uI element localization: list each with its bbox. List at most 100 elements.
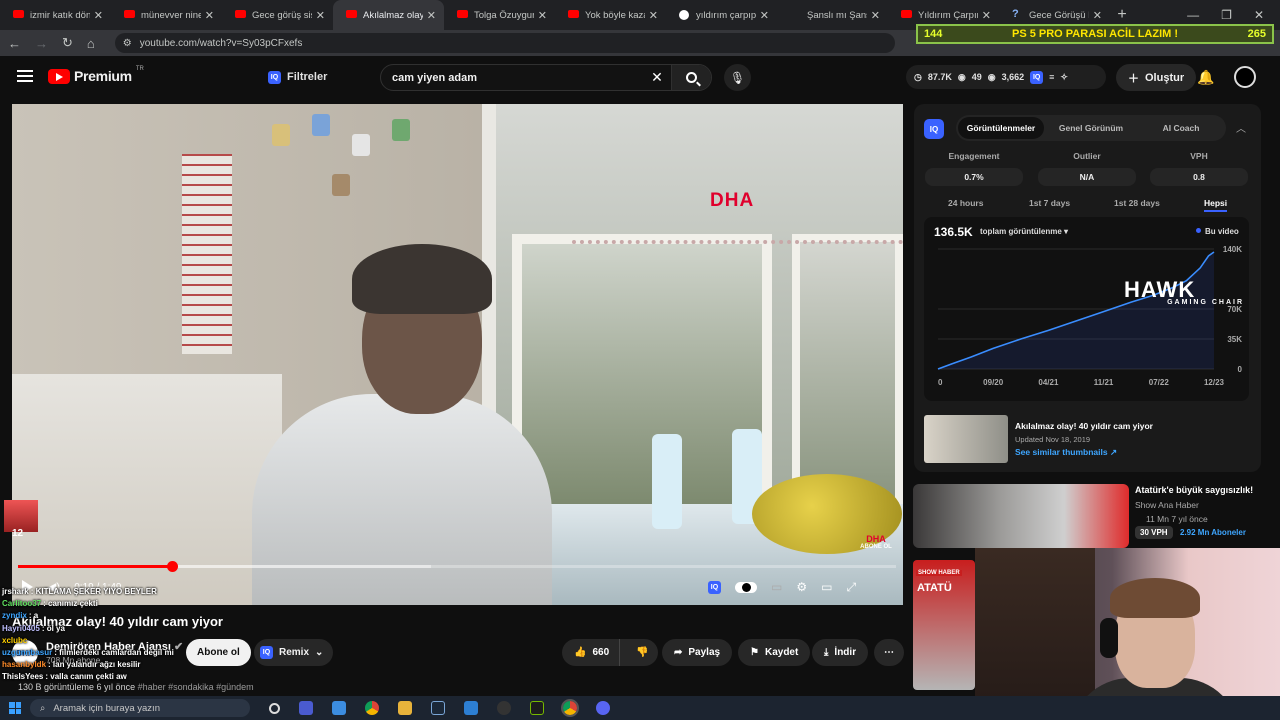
recommended-thumbnail-2[interactable]: ATATÜ SHOW HABER <box>913 560 975 690</box>
dha-subscribe-badge[interactable]: DHA ABONE OL <box>856 534 896 550</box>
list-icon[interactable]: ≡ <box>1049 72 1054 82</box>
range-tab[interactable]: Hepsi <box>1204 198 1228 212</box>
calendar-icon[interactable] <box>332 701 346 715</box>
url-field[interactable]: ⚙ youtube.com/watch?v=Sy03pCFxefs <box>114 33 895 53</box>
iq-icon[interactable]: IQ <box>708 580 721 594</box>
related-title: Akılalmaz olay! 40 yıldır cam yiyor <box>1015 421 1153 431</box>
file-explorer-icon[interactable] <box>398 701 412 715</box>
browser-tab[interactable]: izmir katık döner ✕ <box>0 0 111 30</box>
remix-button[interactable]: IQ Remix ⌄ <box>254 639 334 666</box>
app-root: izmir katık döner✕münevver nine -✕Gece g… <box>0 0 1280 720</box>
range-tab[interactable]: 1st 28 days <box>1114 198 1160 208</box>
chrome-active-icon[interactable] <box>561 699 579 717</box>
share-button[interactable]: ➦ Paylaş <box>662 639 733 666</box>
share-icon: ➦ <box>674 647 683 658</box>
views-metric-dropdown[interactable]: toplam görüntülenme ▾ <box>980 227 1068 236</box>
home-icon[interactable]: ⌂ <box>87 36 95 51</box>
chrome-icon[interactable] <box>365 701 379 715</box>
start-button[interactable] <box>0 702 30 714</box>
account-avatar[interactable] <box>1234 66 1256 88</box>
task-view-icon[interactable] <box>269 702 280 714</box>
close-tab-icon[interactable]: ✕ <box>871 9 880 22</box>
create-button[interactable]: ＋ Oluştur <box>1116 64 1197 91</box>
chat-username: uzgunnbasur <box>2 648 53 658</box>
close-tab-icon[interactable]: ✕ <box>94 9 103 22</box>
clear-search-icon[interactable]: ✕ <box>643 69 671 86</box>
search-button[interactable] <box>671 65 711 90</box>
site-info-icon[interactable]: ⚙ <box>123 38 132 49</box>
close-tab-icon[interactable]: ✕ <box>1093 9 1102 22</box>
recommended-channel[interactable]: Show Ana Haber <box>1135 500 1199 510</box>
autoplay-toggle[interactable] <box>735 581 757 593</box>
back-icon[interactable]: ← <box>8 36 21 51</box>
like-button[interactable]: 👍 660 <box>562 639 621 666</box>
close-window-icon[interactable]: ✕ <box>1254 8 1264 22</box>
dha-badge-sub: ABONE OL <box>860 544 892 550</box>
views-chart: 136.5K toplam görüntülenme ▾ Bu video 0 3… <box>924 217 1249 401</box>
video-player[interactable]: DHA DHA ABONE OL <box>12 104 903 605</box>
browser-tab[interactable]: Gece görüş sisten ✕ <box>222 0 333 30</box>
search-input[interactable]: cam yiyen adam <box>381 72 643 84</box>
reload-icon[interactable]: ↻ <box>62 35 73 51</box>
browser-tab[interactable]: Tolga Özuygur - Y ✕ <box>444 0 555 30</box>
forward-icon[interactable]: → <box>35 36 48 51</box>
new-tab-button[interactable]: + <box>1110 6 1134 24</box>
chat-message: zyndix: a <box>2 610 232 622</box>
close-tab-icon[interactable]: ✕ <box>649 9 658 22</box>
download-button[interactable]: ⤓ İndir <box>812 639 869 666</box>
browser-tab[interactable]: münevver nine - ✕ <box>111 0 222 30</box>
close-tab-icon[interactable]: ✕ <box>982 9 991 22</box>
voice-search-button[interactable]: 🎙 <box>724 64 751 91</box>
obs-icon[interactable] <box>497 701 511 715</box>
filters-button[interactable]: IQ Filtreler <box>268 66 327 88</box>
browser-tab[interactable]: Yok böyle kazanç ✕ <box>555 0 666 30</box>
iq-icon[interactable]: IQ <box>1030 70 1044 84</box>
taskbar-search[interactable]: ⌕ Aramak için buraya yazın <box>30 699 250 717</box>
browser-tab[interactable]: Şanslı mı Şanssız ✕ <box>777 0 888 30</box>
notifications-bell-icon[interactable]: 🔔 <box>1197 69 1214 85</box>
collapse-icon[interactable]: ︿ <box>1236 120 1246 135</box>
bulb-icon[interactable]: ✧ <box>1060 72 1068 83</box>
video-progress-bar[interactable] <box>18 561 896 572</box>
close-tab-icon[interactable]: ✕ <box>760 9 769 22</box>
progress-scrubber[interactable] <box>166 561 178 572</box>
restore-icon[interactable]: ❐ <box>1221 8 1232 22</box>
related-thumbnail-card[interactable]: Akılalmaz olay! 40 yıldır cam yiyor Upda… <box>924 415 1249 463</box>
app-icon-arrow[interactable] <box>464 701 478 715</box>
nvidia-icon[interactable] <box>530 701 544 715</box>
recommended-thumbnail[interactable] <box>913 484 1129 548</box>
channel-stats-pill[interactable]: ◷ 87.7K ◉ 49 ◉ 3,662 IQ ≡ ✧ <box>906 65 1106 89</box>
close-tab-icon[interactable]: ✕ <box>205 9 214 22</box>
related-thumbnail[interactable] <box>924 415 1008 463</box>
like-dislike-group: 👍 660 👎 <box>562 639 658 666</box>
url-text: youtube.com/watch?v=Sy03pCFxefs <box>139 37 303 49</box>
discord-icon[interactable] <box>596 701 610 715</box>
app-icon-blue[interactable] <box>299 701 313 715</box>
close-tab-icon[interactable]: ✕ <box>316 9 325 22</box>
similar-thumbnails-link[interactable]: See similar thumbnails ↗ <box>1015 447 1117 458</box>
browser-tab[interactable]: yıldırım çarpıp ölr ✕ <box>666 0 777 30</box>
subtitles-icon[interactable]: ▭ <box>771 580 782 594</box>
settings-icon[interactable]: ⚙ <box>796 580 807 594</box>
browser-tab-title: izmir katık döner <box>30 9 90 21</box>
save-button[interactable]: ⚑ Kaydet <box>738 639 811 666</box>
search-bar: cam yiyen adam ✕ <box>380 64 712 91</box>
close-tab-icon[interactable]: ✕ <box>538 9 547 22</box>
more-actions-button[interactable]: ⋯ <box>874 639 904 666</box>
hamburger-menu-icon[interactable] <box>17 70 33 82</box>
close-tab-icon[interactable]: ✕ <box>427 9 436 22</box>
minimize-icon[interactable]: — <box>1187 8 1199 22</box>
range-tab[interactable]: 1st 7 days <box>1029 198 1070 208</box>
youtube-premium-logo[interactable]: Premium TR <box>48 66 144 84</box>
fullscreen-icon[interactable]: ⤢ <box>846 580 856 595</box>
browser-tab[interactable]: Akılalmaz olay! 40 ✕ <box>333 0 444 30</box>
theater-mode-icon[interactable]: ▭ <box>821 580 832 594</box>
iq-tab[interactable]: Genel Görünüm <box>1048 117 1134 139</box>
iq-tab[interactable]: Görüntülenmeler <box>958 117 1044 139</box>
dislike-button[interactable]: 👎 <box>626 639 658 666</box>
iq-tab[interactable]: AI Coach <box>1138 117 1224 139</box>
eye-icon: ◉ <box>957 71 966 82</box>
steam-icon[interactable] <box>431 701 445 715</box>
range-tab[interactable]: 24 hours <box>948 198 983 208</box>
recommended-title[interactable]: Atatürk'e büyük saygısızlık! <box>1135 485 1253 495</box>
